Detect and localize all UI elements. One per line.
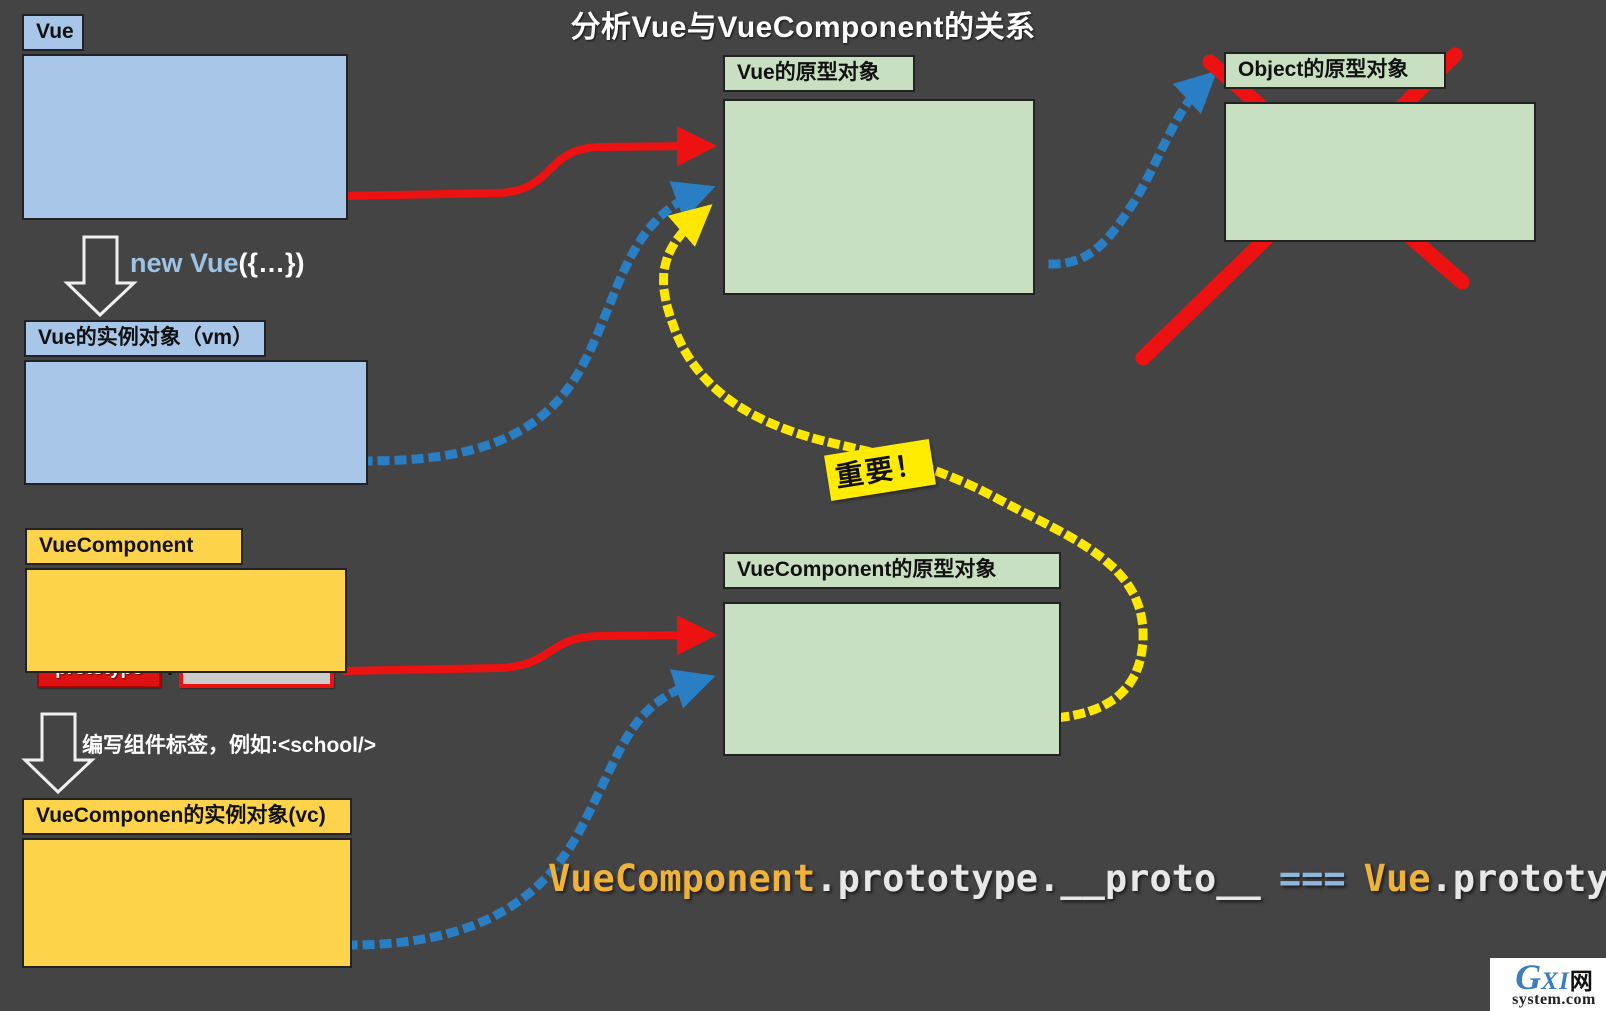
watermark: G XI 网 system.com: [1490, 958, 1606, 1011]
card-vue-component-instance-tab: VueComponen的实例对象(vc): [22, 798, 352, 835]
page-title: 分析Vue与VueComponent的关系: [0, 2, 1606, 46]
card-vue-component-instance: VueComponen的实例对象(vc) _data : { …} • • • …: [22, 798, 352, 968]
card-object-prototype-object: Object的原型对象 toString : function ( ) {…} …: [1224, 52, 1536, 242]
caption-new-vue-highlight: new Vue: [130, 248, 239, 278]
arrow-vue-prototype-to-vue-proto-object: [340, 146, 705, 196]
card-object-prototype-tab: Object的原型对象: [1224, 52, 1446, 89]
formula-part4: .prototype: [1431, 857, 1606, 900]
card-vue-prototype-tab: Vue的原型对象: [723, 55, 915, 92]
watermark-domain: system.com: [1512, 991, 1596, 1009]
card-vue-component-prototype-object: VueComponent的原型对象 xxx : xxxx • • • • • •…: [723, 552, 1061, 756]
formula-part1: VueComponent: [548, 857, 815, 900]
card-vc-prototype-body: [723, 602, 1061, 756]
card-vue-component-instance-body: [22, 838, 352, 968]
watermark-logo: G XI 网: [1515, 959, 1592, 995]
arrow-vue-proto-to-object-proto: [1053, 82, 1205, 264]
caption-new-vue: new Vue({…}): [130, 248, 305, 279]
card-vue-component: VueComponent xxx : xxx • • • • • • proto…: [25, 528, 347, 673]
formula-prototype-chain: VueComponent.prototype.__proto__ === Vue.p…: [548, 857, 1606, 900]
card-vue-prototype-object: Vue的原型对象 $mount : function ( ) {…} $watc…: [723, 55, 1035, 295]
arrow-vuecomponent-prototype-to-vc-proto-object: [345, 635, 705, 671]
card-vue-component-tab: VueComponent: [25, 528, 243, 565]
diagram-canvas: 分析Vue与VueComponent的关系: [0, 0, 1606, 1006]
watermark-g: G: [1515, 959, 1541, 995]
card-vue-body: [22, 54, 348, 220]
card-vue-component-body: [25, 568, 347, 673]
card-vue-instance-tab: Vue的实例对象（vm）: [24, 320, 266, 357]
card-vue-prototype-body: [723, 99, 1035, 295]
watermark-cn: 网: [1570, 970, 1593, 993]
arrow-vc-proto-to-vc-proto-object: [350, 681, 700, 945]
formula-part3: Vue: [1364, 857, 1431, 900]
card-vue-instance-body: [24, 360, 368, 485]
formula-equals: ===: [1279, 857, 1346, 900]
card-vue-instance: Vue的实例对象（vm） _data : { …} • • • • • • _ …: [24, 320, 368, 485]
formula-part2: .prototype.__proto__: [815, 857, 1261, 900]
card-object-prototype-body: [1224, 102, 1536, 242]
caption-new-vue-plain: ({…}): [239, 248, 305, 278]
down-arrow-new-vue: [67, 237, 134, 315]
important-sticker: 重要！: [824, 439, 936, 501]
caption-component-tag: 编写组件标签，例如:<school/>: [82, 729, 376, 759]
arrow-vm-proto-to-vue-proto-object: [365, 192, 700, 461]
card-vc-prototype-tab: VueComponent的原型对象: [723, 552, 1061, 589]
